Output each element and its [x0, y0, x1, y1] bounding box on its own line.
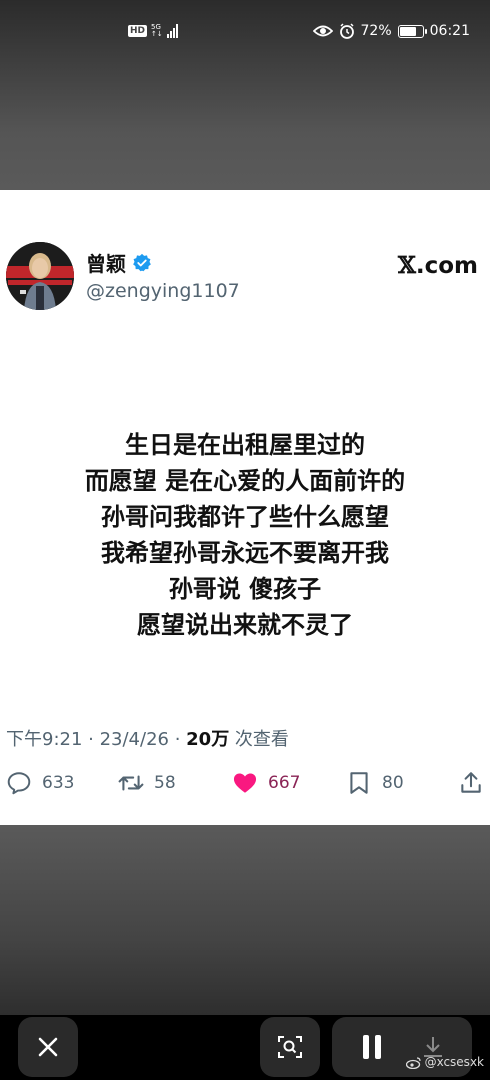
avatar[interactable]	[6, 242, 74, 310]
watermark: @xcsesxk	[405, 1055, 484, 1069]
scan-icon	[278, 1036, 302, 1058]
status-left: HD 5G ↑↓	[128, 24, 178, 38]
eye-icon	[312, 25, 333, 37]
repost-icon	[118, 775, 144, 791]
share-button[interactable]	[458, 770, 484, 796]
share-icon	[461, 772, 481, 793]
weibo-icon	[405, 1056, 421, 1069]
view-count: 20万	[186, 729, 230, 750]
post-line: 孙哥问我都许了些什么愿望	[101, 503, 389, 531]
post-line: 孙哥说 傻孩子	[168, 575, 322, 603]
x-logo-icon: 𝕏	[398, 252, 416, 279]
post-card: 曾颖 @zengying1107 𝕏.com 生日是在出租屋里过的 而愿望 是在…	[0, 190, 490, 825]
watermark-text: @xcsesxk	[424, 1055, 484, 1069]
verified-badge-icon	[133, 253, 151, 271]
user-handle[interactable]: @zengying1107	[86, 280, 240, 302]
post-line: 我希望孙哥永远不要离开我	[101, 539, 389, 567]
x-com-suffix: .com	[415, 253, 478, 279]
signal-icon	[166, 24, 178, 38]
status-bar: HD 5G ↑↓ 72% 06:21	[0, 0, 490, 70]
reply-count: 633	[42, 773, 75, 793]
bookmark-icon	[350, 772, 368, 794]
post-meta: 下午9:21 · 23/4/26 · 20万 次查看	[6, 725, 289, 751]
post-timestamp[interactable]: 下午9:21 · 23/4/26 ·	[6, 729, 186, 750]
screen-recording-toolbar: @xcsesxk	[0, 1015, 490, 1080]
heart-icon	[233, 773, 257, 793]
display-name-text: 曾颖	[86, 252, 126, 276]
battery-percent: 72%	[360, 23, 392, 39]
close-button[interactable]	[18, 1017, 78, 1077]
bookmark-count: 80	[382, 773, 404, 793]
status-right: 72% 06:21	[312, 23, 470, 39]
x-com-logo: 𝕏.com	[398, 252, 478, 279]
dimmed-bottom-area	[0, 825, 490, 1015]
reply-icon	[7, 772, 31, 795]
like-button[interactable]: 667	[232, 770, 300, 796]
alarm-icon	[339, 23, 354, 39]
pause-icon[interactable]	[360, 1034, 384, 1060]
clock: 06:21	[429, 23, 470, 39]
bookmark-button[interactable]: 80	[346, 770, 404, 796]
post-text: 生日是在出租屋里过的 而愿望 是在心爱的人面前许的 孙哥问我都许了些什么愿望 我…	[0, 427, 490, 643]
post-line: 愿望说出来就不灵了	[137, 611, 353, 639]
battery-icon	[397, 24, 427, 38]
display-name[interactable]: 曾颖	[86, 248, 152, 277]
scan-button[interactable]	[260, 1017, 320, 1077]
repost-count: 58	[154, 773, 176, 793]
post-line: 生日是在出租屋里过的	[125, 431, 365, 459]
network-arrows: ↑↓	[151, 30, 163, 38]
action-bar: 633 58 667 80	[0, 770, 490, 800]
like-count: 667	[268, 773, 301, 793]
post-line: 而愿望 是在心爱的人面前许的	[84, 467, 406, 495]
network-type-icon: 5G ↑↓	[151, 24, 163, 38]
repost-button[interactable]: 58	[118, 770, 176, 796]
reply-button[interactable]: 633	[6, 770, 74, 796]
view-label: 次查看	[229, 729, 289, 750]
close-icon	[38, 1037, 58, 1057]
hd-icon: HD	[128, 25, 148, 37]
